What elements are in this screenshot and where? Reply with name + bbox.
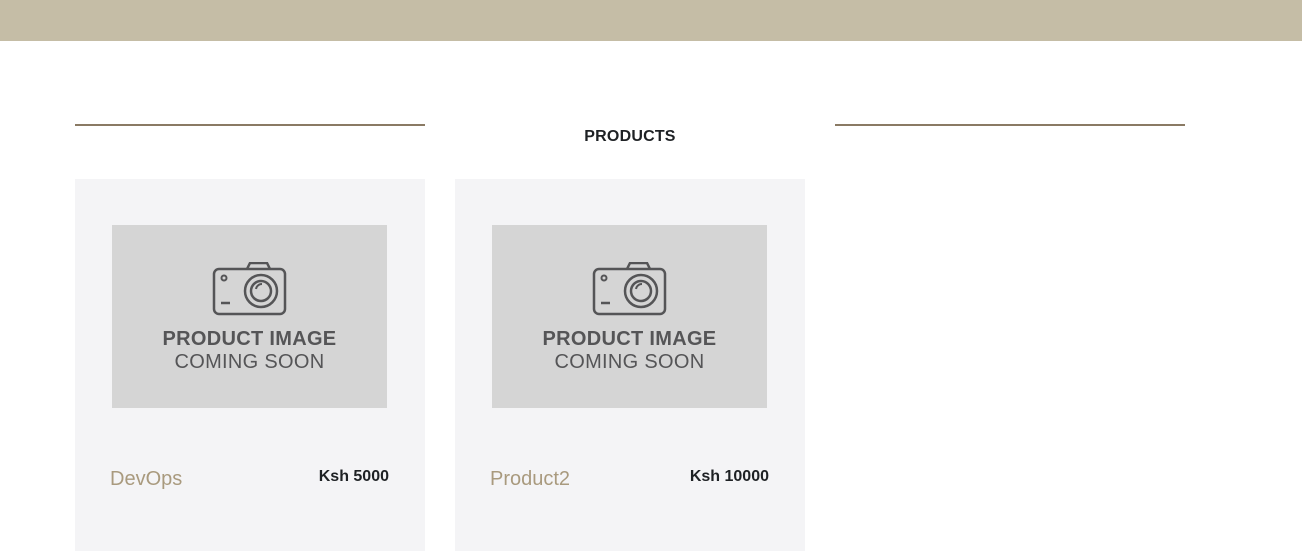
product-name-link[interactable]: Product2	[490, 468, 570, 491]
section-title: PRODUCTS	[584, 128, 676, 145]
camera-icon	[592, 262, 667, 316]
product-price: Ksh 10000	[689, 468, 769, 485]
product-price: Ksh 5000	[318, 468, 389, 485]
placeholder-text-line1: PRODUCT IMAGE	[542, 328, 717, 350]
product-image-placeholder[interactable]: PRODUCT IMAGE COMING SOON	[112, 225, 387, 408]
placeholder-text-line1: PRODUCT IMAGE	[162, 328, 337, 350]
top-navbar	[0, 0, 1302, 41]
header-divider-left	[75, 124, 425, 126]
product-image-placeholder[interactable]: PRODUCT IMAGE COMING SOON	[492, 225, 767, 408]
products-section-header: PRODUCTS	[75, 110, 1185, 150]
header-divider-right	[835, 124, 1185, 126]
product-card[interactable]: PRODUCT IMAGE COMING SOON Product2 Ksh 1…	[455, 179, 805, 551]
product-name-link[interactable]: DevOps	[110, 468, 182, 491]
placeholder-text-line2: COMING SOON	[174, 351, 325, 373]
product-card[interactable]: PRODUCT IMAGE COMING SOON DevOps Ksh 500…	[75, 179, 425, 551]
camera-icon	[212, 262, 287, 316]
placeholder-text-line2: COMING SOON	[554, 351, 705, 373]
